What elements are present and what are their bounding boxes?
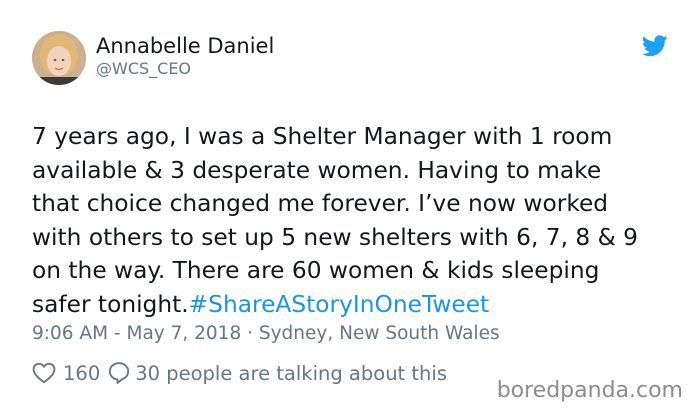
like-count: 160 — [63, 361, 101, 385]
tweet-timestamp[interactable]: 9:06 AM - May 7, 2018 · Sydney, New Sout… — [32, 322, 500, 346]
tweet-text-line: with others to set up 5 new shelters wit… — [32, 223, 639, 251]
watermark: boredpanda.com — [496, 378, 683, 403]
author-name[interactable]: Annabelle Daniel — [96, 33, 274, 59]
hashtag-link[interactable]: #ShareAStoryInOneTweet — [189, 291, 490, 318]
twitter-bird-icon[interactable] — [641, 35, 668, 57]
tweet-text-line: on the way. There are 60 women & kids sl… — [32, 257, 600, 285]
avatar-image — [32, 31, 86, 85]
tweet-text-line: that choice changed me forever. I’ve now… — [32, 190, 609, 218]
tweet-text-line: safer tonight. — [32, 290, 189, 318]
tweet-text-line: 7 years ago, I was a Shelter Manager wit… — [32, 123, 613, 150]
tweet-text: 7 years ago, I was a Shelter Manager wit… — [32, 120, 682, 322]
heart-icon — [32, 362, 56, 384]
speech-bubble-icon — [108, 361, 130, 385]
like-button[interactable]: 160 — [32, 362, 108, 385]
reply-button[interactable]: 30 people are talking about this — [108, 361, 447, 385]
tweet-text-last-line: safer tonight.#ShareAStoryInOneTweet — [32, 288, 682, 322]
avatar[interactable] — [32, 31, 86, 85]
tweet-text-line: available & 3 desperate women. Having to… — [32, 156, 602, 184]
author-handle[interactable]: @WCS_CEO — [96, 59, 191, 79]
tweet-actions: 160 30 people are talking about this — [32, 360, 447, 386]
conversation-count: 30 people are talking about this — [135, 361, 447, 385]
tweet-card: Annabelle Daniel @WCS_CEO 7 years ago, I… — [0, 0, 700, 415]
